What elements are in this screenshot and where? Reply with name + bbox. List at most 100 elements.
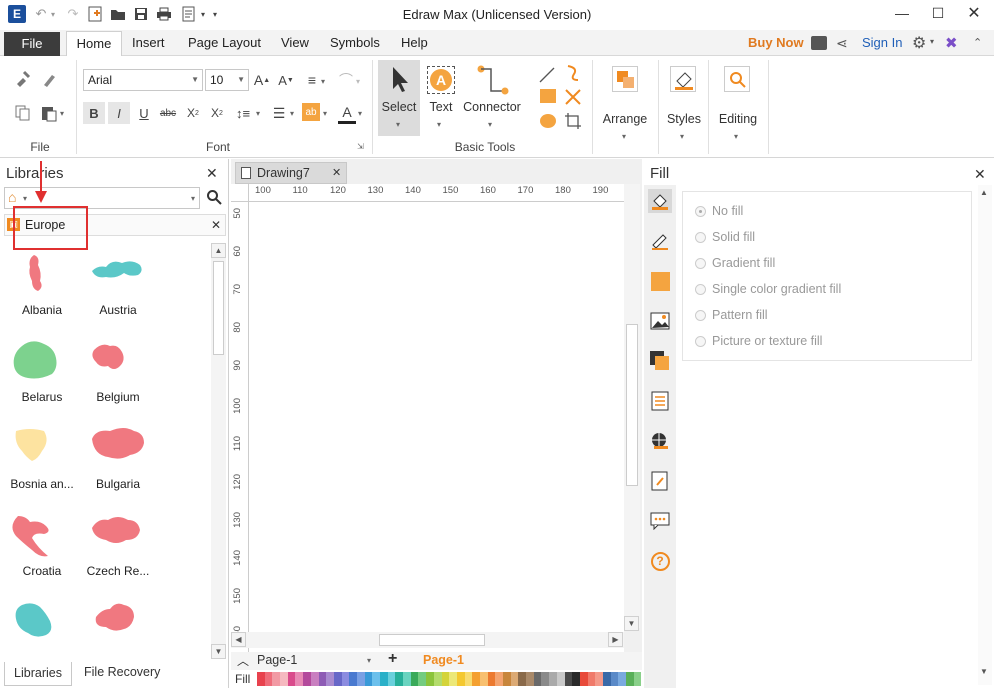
tab-symbols[interactable]: Symbols xyxy=(324,30,386,56)
color-swatch[interactable] xyxy=(287,672,296,686)
copy-icon[interactable] xyxy=(12,102,34,124)
scroll-down-arrow[interactable]: ▼ xyxy=(211,644,226,659)
scroll-up-arrow[interactable]: ▲ xyxy=(980,188,988,197)
close-document-icon[interactable]: ✕ xyxy=(332,166,341,179)
styles-button[interactable]: Styles ▾ xyxy=(662,60,706,150)
italic-button[interactable]: I xyxy=(108,102,130,124)
color-swatch[interactable] xyxy=(549,672,557,686)
color-swatch[interactable] xyxy=(487,672,496,686)
font-size-select[interactable]: 10 ▼ xyxy=(205,69,249,91)
color-swatch[interactable] xyxy=(587,672,596,686)
color-swatch[interactable] xyxy=(356,672,365,686)
color-swatch[interactable] xyxy=(556,672,565,686)
scroll-right-arrow[interactable]: ▶ xyxy=(608,632,623,647)
page-bar-up-icon[interactable]: ︿ xyxy=(237,652,249,669)
color-swatch[interactable] xyxy=(387,672,396,686)
color-swatch[interactable] xyxy=(264,672,273,686)
color-swatch[interactable] xyxy=(403,672,411,686)
color-swatch[interactable] xyxy=(349,672,357,686)
text-highlight-icon[interactable]: ab xyxy=(302,103,320,121)
font-color-icon[interactable]: A xyxy=(338,102,356,124)
line-spacing-curve-icon[interactable]: ⌒ xyxy=(336,70,356,90)
vertical-scrollbar[interactable]: ▼ xyxy=(624,184,640,631)
color-swatch[interactable] xyxy=(395,672,404,686)
globe-hyperlink-icon[interactable] xyxy=(648,429,672,453)
crop-icon[interactable] xyxy=(564,112,582,130)
curve-dropdown-icon[interactable]: ▾ xyxy=(356,77,360,86)
rectangle-shape-icon[interactable] xyxy=(540,89,556,103)
library-shape-item[interactable]: Austria xyxy=(68,251,168,317)
increase-font-icon[interactable]: A ▲ xyxy=(252,70,272,90)
share-social-icon[interactable] xyxy=(811,36,827,50)
scroll-thumb[interactable] xyxy=(213,261,224,355)
color-swatch[interactable] xyxy=(633,672,642,686)
color-swatch[interactable] xyxy=(618,672,626,686)
color-swatch[interactable] xyxy=(533,672,542,686)
select-tool-button[interactable]: Select ▾ xyxy=(378,60,420,136)
line-spacing-dropdown-icon[interactable]: ▾ xyxy=(256,109,260,118)
connector-tool-button[interactable]: Connector ▾ xyxy=(462,60,522,136)
minimize-button[interactable]: — xyxy=(882,0,922,26)
color-swatch[interactable] xyxy=(526,672,534,686)
color-swatch[interactable] xyxy=(464,672,473,686)
color-swatch[interactable] xyxy=(579,672,588,686)
color-swatch[interactable] xyxy=(449,672,457,686)
cross-shape-icon[interactable] xyxy=(564,88,582,106)
scroll-down-arrow[interactable]: ▼ xyxy=(624,616,639,631)
document-tab[interactable]: Drawing7 ✕ xyxy=(235,162,347,184)
color-swatch[interactable] xyxy=(364,672,373,686)
add-page-icon[interactable]: + xyxy=(388,650,397,668)
color-swatch[interactable] xyxy=(295,672,304,686)
color-swatch[interactable] xyxy=(541,672,550,686)
color-swatch[interactable] xyxy=(595,672,603,686)
color-swatch[interactable] xyxy=(380,672,388,686)
scroll-thumb[interactable] xyxy=(626,324,638,486)
layers-icon[interactable] xyxy=(648,349,672,373)
color-swatch[interactable] xyxy=(318,672,327,686)
underline-button[interactable]: U xyxy=(133,102,155,124)
fill-option-gradient[interactable]: Gradient fill xyxy=(695,250,775,276)
line-shape-icon[interactable] xyxy=(538,66,556,84)
fill-option-picture[interactable]: Picture or texture fill xyxy=(695,328,822,354)
ellipse-shape-icon[interactable] xyxy=(540,114,556,128)
text-align-icon[interactable]: ≡ xyxy=(302,70,322,90)
decrease-font-icon[interactable]: A ▼ xyxy=(276,70,296,90)
settings-gear-icon[interactable]: ⚙ xyxy=(912,33,926,53)
font-family-select[interactable]: Arial ▼ xyxy=(83,69,203,91)
color-swatch[interactable] xyxy=(510,672,519,686)
color-swatch[interactable] xyxy=(257,672,265,686)
close-libraries-icon[interactable]: ✕ xyxy=(206,165,218,182)
paste-icon[interactable] xyxy=(38,102,60,124)
line-spacing-icon[interactable]: ↕≡ xyxy=(232,102,254,124)
ribbon-collapse-icon[interactable]: ⌃ xyxy=(973,36,982,49)
color-swatch[interactable] xyxy=(310,672,319,686)
file-recovery-bottom-tab[interactable]: File Recovery xyxy=(84,665,160,679)
arrange-button[interactable]: Arrange ▾ xyxy=(598,60,652,150)
library-shape-item[interactable]: Czech Re... xyxy=(68,512,168,578)
fill-option-pattern[interactable]: Pattern fill xyxy=(695,302,768,328)
fill-option-solid[interactable]: Solid fill xyxy=(695,224,755,250)
text-tool-button[interactable]: A Text ▾ xyxy=(422,60,460,136)
properties-page-icon[interactable] xyxy=(648,389,672,413)
library-shape-item[interactable]: Bulgaria xyxy=(68,425,168,491)
library-scrollbar[interactable]: ▲ ▼ xyxy=(211,243,226,659)
close-window-button[interactable]: ✕ xyxy=(954,0,994,26)
active-page-tab[interactable]: Page-1 xyxy=(423,653,464,667)
tab-home[interactable]: Home xyxy=(66,31,122,57)
color-swatch[interactable] xyxy=(610,672,619,686)
attachment-icon[interactable] xyxy=(648,469,672,493)
bullet-list-icon[interactable]: ☰ xyxy=(268,102,290,124)
settings-dropdown-icon[interactable]: ▾ xyxy=(930,37,934,46)
color-swatch[interactable] xyxy=(426,672,434,686)
image-icon[interactable] xyxy=(648,309,672,333)
tab-insert[interactable]: Insert xyxy=(126,30,171,56)
fill-bucket-icon[interactable] xyxy=(648,189,672,213)
close-category-icon[interactable]: ✕ xyxy=(211,218,221,232)
color-swatch[interactable] xyxy=(303,672,311,686)
color-swatch[interactable] xyxy=(418,672,427,686)
line-style-icon[interactable] xyxy=(648,229,672,253)
color-swatch[interactable] xyxy=(602,672,611,686)
file-menu[interactable]: File xyxy=(4,32,60,56)
tab-help[interactable]: Help xyxy=(395,30,434,56)
tab-page-layout[interactable]: Page Layout xyxy=(182,30,267,56)
